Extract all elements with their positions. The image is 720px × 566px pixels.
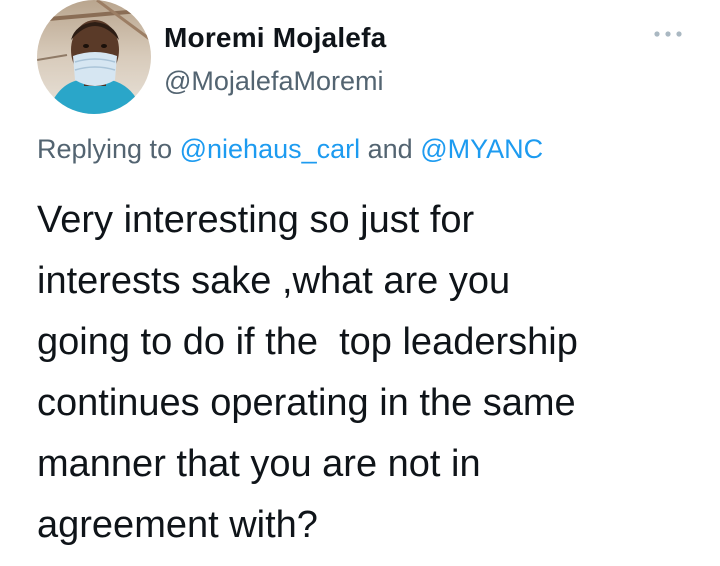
mention-link-niehaus-carl[interactable]: @niehaus_carl — [180, 134, 361, 164]
user-handle[interactable]: @MojalefaMoremi — [164, 66, 383, 97]
tweet-text-line: interests sake ,what are you — [37, 260, 511, 302]
more-horizontal-icon — [654, 31, 682, 37]
tweet-text-line: continues operating in the same — [37, 382, 576, 424]
tweet-text-line: manner that you are not in — [37, 443, 481, 485]
more-options-button[interactable] — [650, 22, 686, 46]
replying-conjunction: and — [367, 134, 413, 164]
tweet-card: Moremi Mojalefa @MojalefaMoremi Replying… — [0, 0, 720, 566]
mention-link-myanc[interactable]: @MYANC — [420, 134, 543, 164]
replying-to: Replying to @niehaus_carl and @MYANC — [37, 134, 543, 165]
tweet-text-line: going to do if the top leadership — [37, 321, 578, 363]
avatar-photo — [37, 0, 151, 114]
display-name[interactable]: Moremi Mojalefa — [164, 22, 386, 54]
avatar[interactable] — [37, 0, 151, 114]
tweet-text: Very interesting so just for interests s… — [37, 190, 712, 556]
tweet-text-line: agreement with? — [37, 504, 318, 546]
tweet-text-line: Very interesting so just for — [37, 199, 475, 241]
replying-prefix: Replying to — [37, 134, 173, 164]
